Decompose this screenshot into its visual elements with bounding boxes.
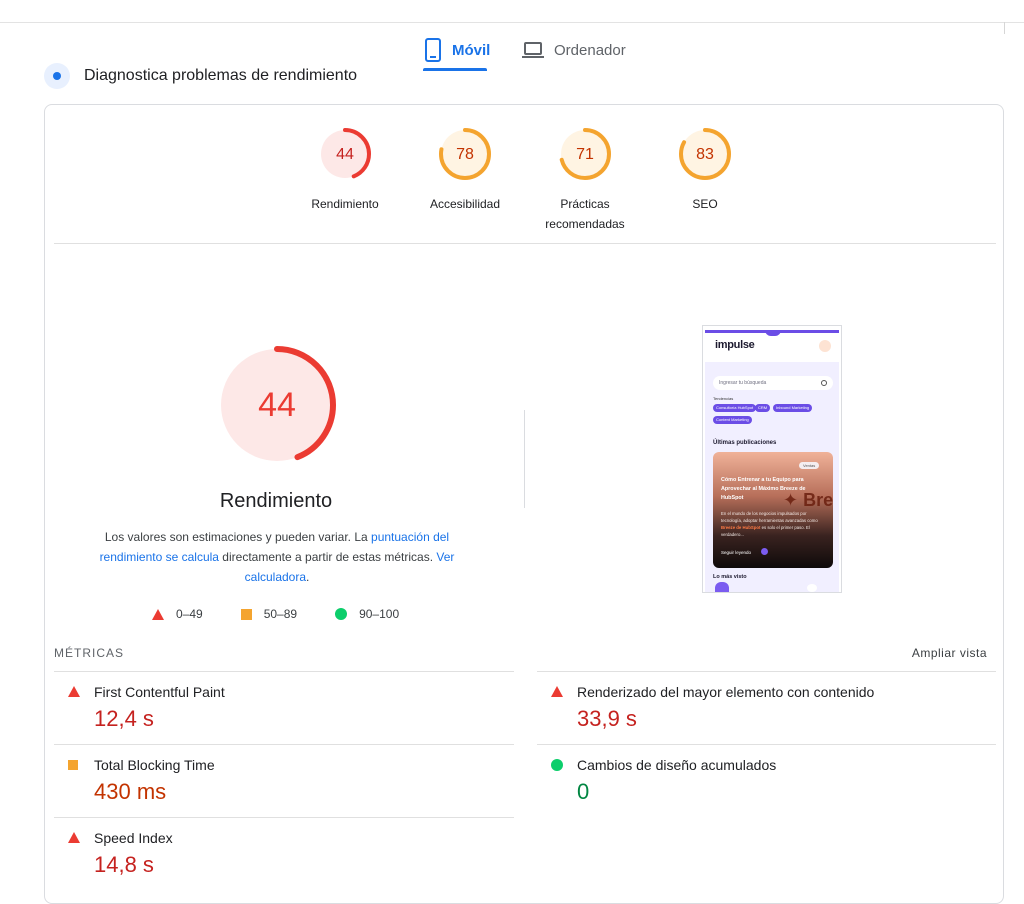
- tab-mobile-label: Móvil: [452, 41, 491, 59]
- accessibility-score: 78: [456, 146, 474, 163]
- red-triangle-icon: [152, 608, 164, 620]
- category-seo[interactable]: 83 SEO: [650, 126, 760, 214]
- desc-text-2: directamente a partir de estas métricas.: [218, 550, 437, 564]
- category-accessibility[interactable]: 78 Accesibilidad: [410, 126, 520, 214]
- screenshot-trends-label: Tendencias: [713, 396, 734, 401]
- metric-lcp-name: Renderizado del mayor elemento con conte…: [577, 684, 875, 700]
- green-circle-icon: [551, 759, 563, 771]
- metrics-divider: [54, 744, 514, 745]
- screenshot-scroll-indicator: [807, 584, 817, 592]
- screenshot-post-card: ✦ Bre Ventas Cómo Entrenar a tu Equipo p…: [713, 452, 833, 568]
- metric-fcp-value: 12,4 s: [94, 706, 154, 731]
- best-practices-label-line2: recomendadas: [545, 217, 625, 231]
- diagnose-title: Diagnostica problemas de rendimiento: [84, 67, 358, 84]
- final-screenshot[interactable]: impulse Ingresar tu búsqueda Tendencias …: [702, 325, 842, 593]
- screenshot-chip: Content Marketing: [713, 416, 752, 424]
- screenshot-latest-title: Últimas publicaciones: [713, 440, 777, 446]
- metric-speed-index-name: Speed Index: [94, 830, 173, 846]
- active-tab-indicator: [423, 68, 487, 71]
- metric-cls-name: Cambios de diseño acumulados: [577, 757, 777, 773]
- red-triangle-icon: [68, 686, 80, 697]
- screenshot-body: Ingresar tu búsqueda Tendencias Consulto…: [705, 362, 839, 592]
- tab-desktop[interactable]: Ordenador: [522, 30, 626, 70]
- screenshot-topbar-tab: [765, 330, 781, 336]
- metrics-divider: [537, 744, 996, 745]
- metrics-header: MÉTRICAS: [54, 646, 125, 660]
- metric-speed-index-value: 14,8 s: [94, 852, 154, 877]
- metrics-divider: [54, 671, 514, 672]
- screenshot-search-icon: [821, 380, 827, 386]
- performance-label: Rendimiento: [311, 197, 379, 211]
- performance-title: Rendimiento: [219, 490, 333, 512]
- orange-square-icon: [240, 608, 252, 620]
- screenshot-most-viewed-badge: [715, 582, 729, 592]
- screenshot-post-text-highlight: Breeze de HubSpot: [721, 525, 761, 530]
- metric-cls-value: 0: [577, 779, 590, 804]
- accessibility-gauge: 78: [439, 128, 491, 180]
- screenshot-logo: impulse: [715, 339, 755, 351]
- best-practices-label: Prácticas recomendadas: [530, 194, 640, 234]
- metric-tbt-name: Total Blocking Time: [94, 757, 215, 773]
- top-divider: [0, 22, 1024, 23]
- metric-tbt-value: 430 ms: [94, 779, 167, 804]
- screenshot-post-text: En el mundo de los negocios impulsados p…: [721, 510, 825, 538]
- performance-big-score: 44: [258, 386, 296, 424]
- screenshot-search-placeholder: Ingresar tu búsqueda: [719, 380, 767, 386]
- legend-average-label: 50–89: [263, 607, 298, 621]
- section-vertical-divider: [524, 410, 525, 508]
- screenshot-chip: Inbound Marketing: [773, 404, 813, 412]
- screenshot-post-text-a: En el mundo de los negocios impulsados p…: [721, 511, 818, 523]
- screenshot-most-viewed: Lo más visto: [713, 574, 747, 580]
- screenshot-arrow-icon: [761, 548, 768, 555]
- orange-square-icon: [68, 760, 78, 770]
- accessibility-label: Accesibilidad: [429, 197, 501, 211]
- best-practices-score: 71: [576, 146, 594, 163]
- diagnose-icon: [44, 63, 70, 89]
- screenshot-menu-icon: [819, 340, 831, 352]
- desc-text-1: Los valores son estimaciones y pueden va…: [104, 530, 372, 544]
- desc-text-3: .: [306, 570, 310, 584]
- legend-bad-label: 0–49: [176, 607, 203, 621]
- diagnose-section-header: Diagnostica problemas de rendimiento: [44, 62, 357, 90]
- expand-view-toggle[interactable]: Ampliar vista: [880, 646, 987, 660]
- score-legend: 0–49 50–89 90–100: [152, 606, 437, 622]
- metric-fcp-name: First Contentful Paint: [94, 684, 225, 700]
- screenshot-post-badge: Ventas: [799, 462, 820, 469]
- metrics-divider: [54, 817, 514, 818]
- best-practices-gauge: 71: [559, 128, 611, 180]
- seo-label: SEO: [692, 197, 718, 211]
- metrics-divider: [537, 671, 996, 672]
- category-performance[interactable]: 44 Rendimiento: [290, 126, 400, 214]
- category-best-practices[interactable]: 71 Prácticas recomendadas: [530, 126, 640, 234]
- screenshot-chip: CRM: [755, 404, 771, 412]
- red-triangle-icon: [68, 832, 80, 843]
- green-circle-icon: [335, 608, 348, 620]
- performance-gauge: 44: [319, 128, 371, 180]
- screenshot-chip: Consultoría HubSpot: [713, 404, 757, 412]
- tab-mobile[interactable]: Móvil: [424, 30, 490, 70]
- screenshot-search: Ingresar tu búsqueda: [713, 376, 833, 390]
- screenshot-read-more: Seguir leyendo: [721, 550, 752, 555]
- laptop-icon: [522, 42, 544, 58]
- tab-desktop-label: Ordenador: [554, 41, 626, 59]
- best-practices-label-line1: Prácticas: [560, 197, 610, 211]
- performance-description: Los valores son estimaciones y pueden va…: [96, 527, 458, 587]
- performance-big-gauge: 44: [218, 346, 336, 464]
- legend-bad: 0–49: [152, 607, 203, 621]
- performance-score: 44: [336, 146, 354, 163]
- legend-good-label: 90–100: [359, 607, 400, 621]
- seo-gauge: 83: [679, 128, 731, 180]
- legend-average: 50–89: [240, 607, 298, 621]
- metric-lcp-value: 33,9 s: [577, 706, 637, 731]
- red-triangle-icon: [551, 686, 563, 697]
- seo-score: 83: [696, 146, 714, 163]
- smartphone-icon: [425, 38, 441, 62]
- category-separator: [54, 243, 996, 244]
- legend-good: 90–100: [335, 607, 399, 621]
- screenshot-post-title: Cómo Entrenar a tu Equipo para Aprovecha…: [721, 477, 806, 501]
